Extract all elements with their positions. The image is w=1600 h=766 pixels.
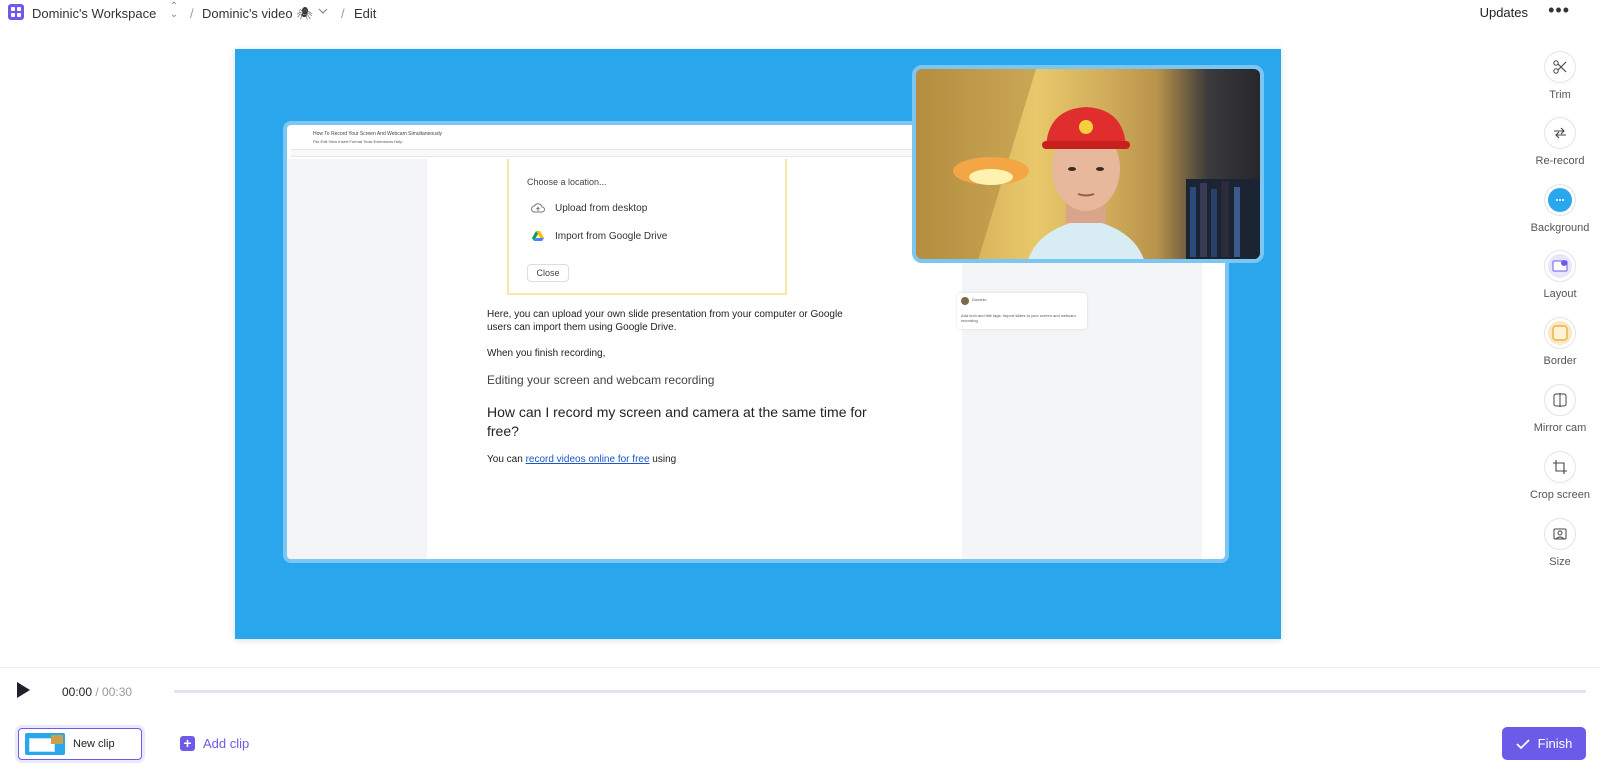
doc-menu: File Edit View Insert Format Tools Exten… <box>313 139 403 144</box>
mirror-cam-tool[interactable]: Mirror cam <box>1530 384 1590 434</box>
doc-left-margin <box>287 159 427 559</box>
layout-tool[interactable]: Layout <box>1530 250 1590 300</box>
finish-button[interactable]: Finish <box>1502 727 1586 760</box>
trim-tool[interactable]: Trim <box>1530 51 1590 101</box>
upload-dialog: Choose a location... Upload from desktop… <box>507 159 787 295</box>
finish-label: Finish <box>1537 736 1573 751</box>
google-drive-option: Import from Google Drive <box>531 229 667 243</box>
border-label: Border <box>1543 355 1577 367</box>
layout-icon <box>1548 254 1572 278</box>
breadcrumb-separator: / <box>341 6 345 21</box>
total-time: / 00:30 <box>92 685 133 699</box>
border-tool[interactable]: Border <box>1530 317 1590 367</box>
rerecord-icon <box>1554 127 1566 139</box>
doc-heading-2: Editing your screen and webcam recording <box>487 373 715 387</box>
current-time: 00:00 <box>62 685 93 699</box>
upload-desktop-option: Upload from desktop <box>531 201 647 215</box>
comment-text: Add tech and title tags: Import slides t… <box>961 313 1076 323</box>
workspace-switch-icon[interactable]: ⌃ ⌄ <box>168 2 180 21</box>
timeline-scrubber[interactable] <box>174 690 1586 693</box>
player-bar: 00:00 / 00:30 <box>0 667 1600 711</box>
updates-button[interactable]: Updates <box>1480 5 1528 20</box>
doc-link: record videos online for free <box>525 454 650 465</box>
top-bar: Dominic's Workspace ⌃ ⌄ / Dominic's video… <box>0 0 1600 26</box>
scissors-icon <box>1553 60 1567 74</box>
cloud-upload-icon <box>531 201 545 215</box>
crop-screen-tool[interactable]: Crop screen <box>1530 451 1590 501</box>
add-clip-button[interactable]: + Add clip <box>180 736 249 751</box>
more-menu-icon[interactable]: ••• <box>1548 0 1570 21</box>
video-preview-canvas[interactable]: How To Record Your Screen And Webcam Sim… <box>235 49 1281 639</box>
workspace-logo-icon[interactable] <box>8 4 24 20</box>
trim-label: Trim <box>1549 89 1571 101</box>
doc-paragraph: Here, you can upload your own slide pres… <box>487 309 843 333</box>
comment-author: Dominic <box>972 297 987 302</box>
rerecord-label: Re-record <box>1535 155 1585 167</box>
chevron-down-icon[interactable] <box>318 6 328 16</box>
doc-paragraph: When you finish recording, <box>487 348 606 359</box>
doc-title: How To Record Your Screen And Webcam Sim… <box>313 131 443 137</box>
workspace-name[interactable]: Dominic's Workspace <box>32 6 156 21</box>
doc-heading-1: How can I record my screen and camera at… <box>487 404 867 439</box>
avatar <box>961 297 969 305</box>
breadcrumb-edit: Edit <box>354 6 377 21</box>
time-display: 00:00 / 00:30 <box>62 685 132 699</box>
background-label: Background <box>1530 222 1590 234</box>
background-tool[interactable]: Background <box>1530 184 1590 234</box>
play-icon[interactable] <box>17 682 30 698</box>
dialog-close-button: Close <box>527 264 569 282</box>
check-icon <box>1516 738 1530 749</box>
size-label: Size <box>1549 556 1571 568</box>
plus-icon: + <box>180 736 195 751</box>
crop-icon <box>1553 460 1567 474</box>
rerecord-tool[interactable]: Re-record <box>1530 117 1590 167</box>
google-drive-icon <box>531 229 545 243</box>
webcam-person-image <box>916 69 1260 259</box>
add-clip-label: Add clip <box>203 736 250 751</box>
video-name[interactable]: Dominic's video 🕷 <box>202 6 313 22</box>
size-icon <box>1553 528 1567 540</box>
doc-comment: Dominic Add tech and title tags: Import … <box>957 293 1087 329</box>
background-icon <box>1548 188 1572 212</box>
breadcrumb-separator: / <box>190 6 194 21</box>
layout-label: Layout <box>1543 288 1577 300</box>
webcam-overlay[interactable] <box>912 65 1264 263</box>
clip-card[interactable]: New clip <box>18 728 142 760</box>
border-icon <box>1548 321 1572 345</box>
size-tool[interactable]: Size <box>1530 518 1590 568</box>
dialog-label: Choose a location... <box>527 177 607 187</box>
mirror-cam-label: Mirror cam <box>1533 422 1587 434</box>
clip-thumbnail <box>25 733 65 755</box>
clip-label: New clip <box>73 738 115 750</box>
doc-paragraph: You can record videos online for free us… <box>487 454 677 465</box>
mirror-icon <box>1553 393 1567 407</box>
crop-screen-label: Crop screen <box>1530 489 1590 501</box>
